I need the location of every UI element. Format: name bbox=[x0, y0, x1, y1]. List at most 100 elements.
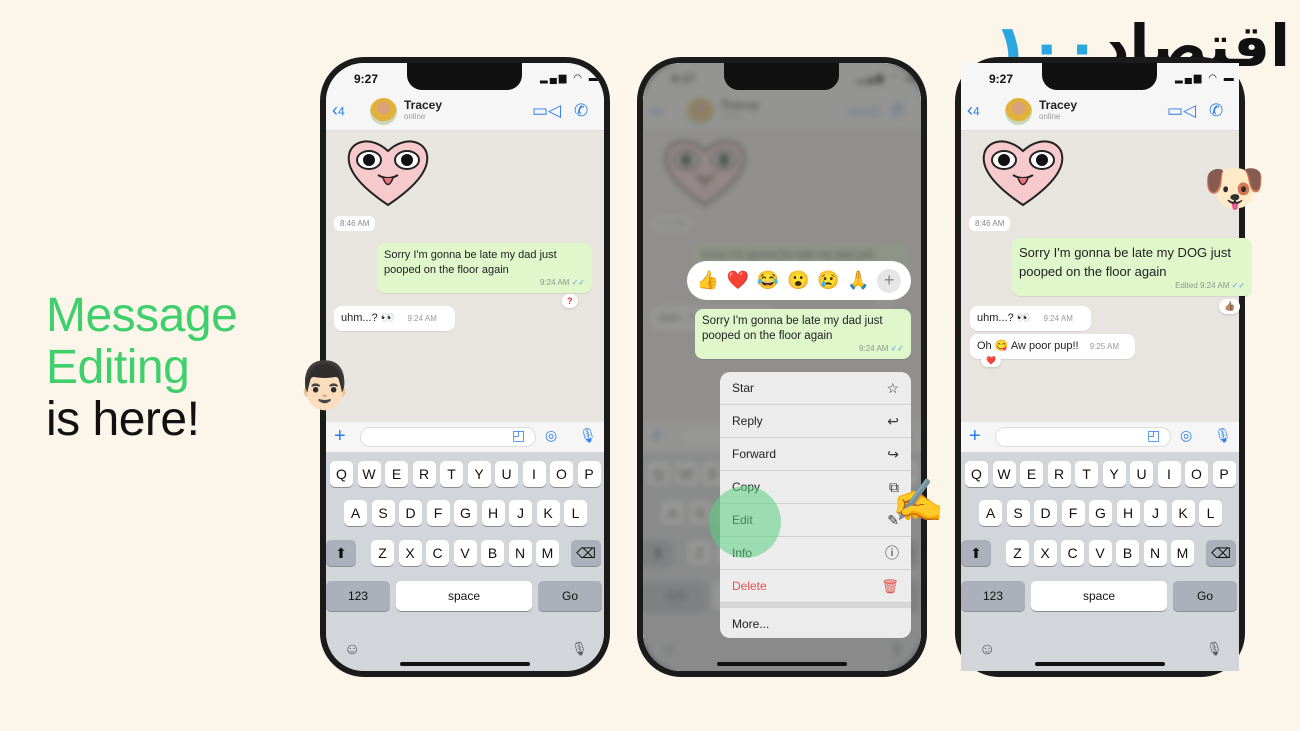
key-u[interactable]: U bbox=[495, 461, 518, 487]
key-l[interactable]: L bbox=[564, 500, 587, 526]
key-k[interactable]: K bbox=[536, 500, 560, 526]
key-o[interactable]: O bbox=[1185, 461, 1208, 487]
reaction-option[interactable]: 😢 bbox=[817, 270, 839, 291]
key-n[interactable]: N bbox=[1143, 540, 1167, 566]
key-c[interactable]: C bbox=[1061, 540, 1084, 566]
key-t[interactable]: T bbox=[440, 461, 463, 487]
key-j[interactable]: J bbox=[509, 500, 532, 526]
key-g[interactable]: G bbox=[454, 500, 477, 526]
key-w[interactable]: W bbox=[357, 461, 381, 487]
message-input[interactable] bbox=[360, 427, 536, 447]
emoji-keyboard-icon[interactable]: ☺ bbox=[979, 641, 995, 659]
shift-key[interactable]: ⬆ bbox=[326, 540, 356, 566]
go-key[interactable]: Go bbox=[1173, 581, 1237, 611]
shift-key[interactable]: ⬆ bbox=[961, 540, 991, 566]
key-r[interactable]: R bbox=[1047, 461, 1071, 487]
key-b[interactable]: B bbox=[1116, 540, 1139, 566]
menu-item-more[interactable]: More... bbox=[720, 603, 911, 636]
video-call-icon[interactable]: ▭◁ bbox=[532, 101, 561, 121]
avatar[interactable] bbox=[1005, 98, 1032, 125]
camera-icon[interactable]: ◎ bbox=[1180, 427, 1192, 444]
menu-item-delete[interactable]: Delete 🗑 bbox=[720, 570, 911, 603]
key-q[interactable]: Q bbox=[965, 461, 988, 487]
key-l[interactable]: L bbox=[1199, 500, 1222, 526]
back-button[interactable]: ‹4 bbox=[967, 101, 980, 120]
reaction-badge[interactable]: ? bbox=[562, 294, 578, 308]
key-s[interactable]: S bbox=[1006, 500, 1030, 526]
backspace-key[interactable]: ⌫ bbox=[571, 540, 601, 566]
numbers-key[interactable]: 123 bbox=[326, 581, 390, 611]
key-g[interactable]: G bbox=[1089, 500, 1112, 526]
key-v[interactable]: V bbox=[1088, 540, 1112, 566]
attach-plus-icon[interactable]: + bbox=[334, 425, 346, 448]
key-d[interactable]: D bbox=[399, 500, 422, 526]
key-e[interactable]: E bbox=[385, 461, 408, 487]
backspace-key[interactable]: ⌫ bbox=[1206, 540, 1236, 566]
reaction-option[interactable]: 😂 bbox=[757, 270, 779, 291]
key-z[interactable]: Z bbox=[1006, 540, 1029, 566]
reaction-badge[interactable]: 👍🏽 bbox=[1219, 299, 1241, 314]
back-button[interactable]: ‹4 bbox=[332, 101, 345, 120]
key-m[interactable]: M bbox=[1171, 540, 1194, 566]
key-o[interactable]: O bbox=[550, 461, 573, 487]
key-a[interactable]: A bbox=[344, 500, 367, 526]
dictation-mic-icon[interactable]: 🎙 bbox=[1206, 641, 1223, 657]
key-m[interactable]: M bbox=[536, 540, 559, 566]
contact-name[interactable]: Tracey bbox=[1039, 98, 1077, 112]
reaction-option[interactable]: 😮 bbox=[787, 270, 809, 291]
camera-icon[interactable]: ◎ bbox=[545, 427, 557, 444]
key-y[interactable]: Y bbox=[1102, 461, 1126, 487]
key-f[interactable]: F bbox=[1061, 500, 1085, 526]
incoming-message[interactable]: uhm...? 👀 9:24 AM bbox=[334, 306, 455, 331]
outgoing-message[interactable]: Sorry I'm gonna be late my dad just poop… bbox=[377, 243, 592, 293]
more-reactions-button[interactable]: + bbox=[877, 268, 902, 293]
reaction-option[interactable]: 🙏 bbox=[847, 270, 869, 291]
space-key[interactable]: space bbox=[1031, 581, 1167, 611]
key-e[interactable]: E bbox=[1020, 461, 1043, 487]
outgoing-message-edited[interactable]: Sorry I'm gonna be late my DOG just poop… bbox=[1012, 238, 1252, 296]
sticker-icon[interactable]: ◰ bbox=[1147, 427, 1160, 444]
key-k[interactable]: K bbox=[1171, 500, 1195, 526]
numbers-key[interactable]: 123 bbox=[961, 581, 1025, 611]
key-d[interactable]: D bbox=[1034, 500, 1057, 526]
go-key[interactable]: Go bbox=[538, 581, 602, 611]
key-b[interactable]: B bbox=[481, 540, 504, 566]
microphone-icon[interactable]: 🎙 bbox=[579, 427, 597, 444]
message-input[interactable] bbox=[995, 427, 1171, 447]
key-w[interactable]: W bbox=[992, 461, 1016, 487]
attach-plus-icon[interactable]: + bbox=[969, 425, 981, 448]
key-i[interactable]: I bbox=[522, 461, 546, 487]
menu-item-reply[interactable]: Reply ↩ bbox=[720, 405, 911, 438]
menu-item-forward[interactable]: Forward ↪ bbox=[720, 438, 911, 471]
heart-reaction-badge[interactable]: ❤️ bbox=[981, 354, 1001, 367]
key-h[interactable]: H bbox=[1116, 500, 1140, 526]
key-y[interactable]: Y bbox=[467, 461, 491, 487]
key-f[interactable]: F bbox=[426, 500, 450, 526]
menu-item-star[interactable]: Star ☆ bbox=[720, 372, 911, 405]
reaction-option[interactable]: 👍 bbox=[697, 270, 719, 291]
key-z[interactable]: Z bbox=[371, 540, 394, 566]
key-n[interactable]: N bbox=[508, 540, 532, 566]
dictation-mic-icon[interactable]: 🎙 bbox=[571, 641, 588, 657]
video-call-icon[interactable]: ▭◁ bbox=[1167, 101, 1196, 121]
key-q[interactable]: Q bbox=[330, 461, 353, 487]
key-p[interactable]: P bbox=[1212, 461, 1236, 487]
key-c[interactable]: C bbox=[426, 540, 449, 566]
sticker-icon[interactable]: ◰ bbox=[512, 427, 525, 444]
avatar[interactable] bbox=[370, 98, 397, 125]
key-x[interactable]: X bbox=[1033, 540, 1057, 566]
key-x[interactable]: X bbox=[398, 540, 422, 566]
key-h[interactable]: H bbox=[481, 500, 505, 526]
key-p[interactable]: P bbox=[577, 461, 601, 487]
key-s[interactable]: S bbox=[371, 500, 395, 526]
key-j[interactable]: J bbox=[1144, 500, 1167, 526]
microphone-icon[interactable]: 🎙 bbox=[1214, 427, 1232, 444]
key-i[interactable]: I bbox=[1157, 461, 1181, 487]
key-a[interactable]: A bbox=[979, 500, 1002, 526]
space-key[interactable]: space bbox=[396, 581, 532, 611]
key-v[interactable]: V bbox=[453, 540, 477, 566]
contact-name[interactable]: Tracey bbox=[404, 98, 442, 112]
phone-call-icon[interactable]: ✆ bbox=[1209, 101, 1223, 121]
key-u[interactable]: U bbox=[1130, 461, 1153, 487]
emoji-keyboard-icon[interactable]: ☺ bbox=[344, 641, 360, 659]
